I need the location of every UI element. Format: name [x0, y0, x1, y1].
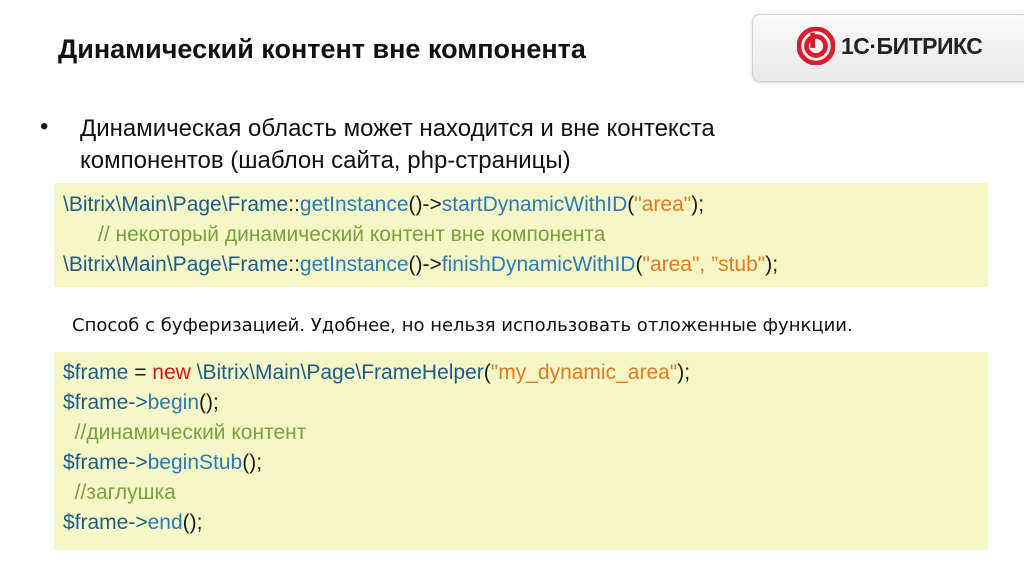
code-function: begin: [147, 391, 200, 414]
code-punct: =: [128, 361, 153, 384]
logo-badge: 1С·БИТРИКС: [752, 14, 1024, 82]
code-line: //динамический контент: [63, 418, 988, 448]
code-variable: $frame->: [63, 451, 148, 474]
logo-text: 1С·БИТРИКС: [841, 33, 983, 59]
code-string: "area", ”stub": [642, 253, 766, 276]
code-string: "area": [634, 193, 692, 216]
bullet-text: Динамическая область может находится и в…: [80, 113, 900, 177]
bullet-line-2: компонентов (шаблон сайта, php-страницы): [80, 147, 571, 174]
code-line: $frame->beginStub();: [63, 448, 988, 478]
code-block-dynamic-id: \Bitrix\Main\Page\Frame::getInstance()->…: [54, 183, 988, 287]
code-variable: $frame->: [63, 511, 148, 534]
code-punct: ()->: [408, 253, 442, 276]
code-punct: );: [677, 361, 691, 384]
code-punct: ();: [182, 511, 203, 534]
code-punct: ();: [242, 451, 263, 474]
bullet-line-1: Динамическая область может находится и в…: [80, 115, 715, 142]
code-function: beginStub: [147, 451, 243, 474]
code-punct: ();: [199, 391, 219, 414]
code-line: $frame = new \Bitrix\Main\Page\FrameHelp…: [63, 358, 988, 388]
code-line: \Bitrix\Main\Page\Frame::getInstance()->…: [63, 190, 988, 220]
code-function: getInstance: [299, 253, 409, 276]
code-namespace: \Bitrix\Main\Page\FrameHelper: [190, 361, 484, 384]
code-punct: );: [765, 253, 779, 276]
code-punct: );: [691, 193, 705, 216]
code-namespace: \Bitrix\Main\Page\Frame: [63, 253, 289, 276]
code-comment: //заглушка: [63, 481, 176, 504]
code-line: $frame->begin();: [63, 388, 988, 418]
slide-title: Динамический контент вне компонента: [58, 34, 586, 64]
code-string: "my_dynamic_area": [490, 361, 678, 384]
code-variable: $frame->: [63, 391, 148, 414]
code-line: //заглушка: [63, 478, 988, 508]
bullet-dot: •: [40, 113, 49, 140]
code-function: end: [147, 511, 183, 534]
code-function: finishDynamicWithID: [441, 253, 636, 276]
note-text: Способ с буферизацией. Удобнее, но нельз…: [72, 315, 853, 336]
code-namespace: \Bitrix\Main\Page\Frame: [63, 193, 289, 216]
code-punct: (: [483, 361, 491, 384]
code-block-frame-helper: $frame = new \Bitrix\Main\Page\FrameHelp…: [54, 352, 988, 550]
code-function: getInstance: [299, 193, 409, 216]
code-variable: $frame: [63, 361, 129, 384]
bitrix-logo-icon: [797, 27, 835, 65]
code-comment: // некоторый динамический контент вне ко…: [98, 223, 606, 246]
code-line: \Bitrix\Main\Page\Frame::getInstance()->…: [63, 250, 988, 280]
code-function: startDynamicWithID: [441, 193, 628, 216]
code-punct: ::: [288, 193, 300, 216]
code-punct: ::: [288, 253, 300, 276]
code-line: // некоторый динамический контент вне ко…: [63, 220, 988, 250]
code-line: $frame->end();: [63, 508, 988, 538]
code-keyword: new: [152, 361, 191, 384]
code-comment: //динамический контент: [63, 421, 307, 444]
code-punct: ()->: [408, 193, 442, 216]
